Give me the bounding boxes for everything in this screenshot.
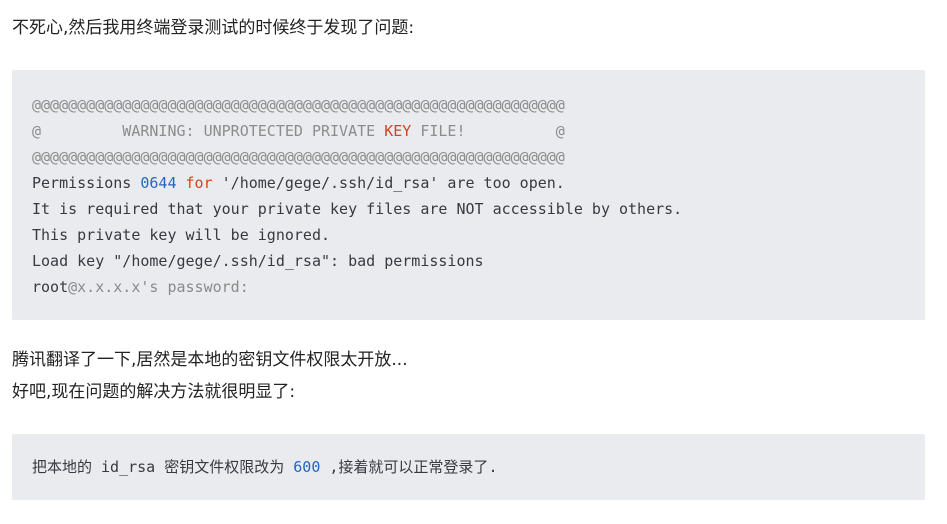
code-keyword-for: for (185, 174, 213, 192)
code-load-key-line: Load key "/home/gege/.ssh/id_rsa": bad p… (32, 252, 484, 270)
code-permissions-end: '/home/gege/.ssh/id_rsa' are too open. (212, 174, 565, 192)
translation-paragraph: 腾讯翻译了一下,居然是本地的密钥文件权限太开放... (12, 350, 408, 370)
code-border-line: @@@@@@@@@@@@@@@@@@@@@@@@@@@@@@@@@@@@@@@@… (32, 148, 565, 166)
code-warning-line-end: FILE! @ (411, 122, 565, 140)
code-prompt-user: root (32, 278, 69, 296)
solution-intro-paragraph: 好吧,现在问题的解决方法就很明显了: (12, 382, 296, 402)
solution-text-end: ,接着就可以正常登录了. (320, 458, 498, 476)
code-number-0644: 0644 (140, 174, 177, 192)
solution-code: 把本地的 id_rsa 密钥文件权限改为 600 ,接着就可以正常登录了. (32, 454, 925, 480)
code-permissions-start: Permissions (32, 174, 141, 192)
code-required-line: It is required that your private key fil… (32, 200, 683, 218)
intro-paragraph: 不死心,然后我用终端登录测试的时候终于发现了问题: (12, 18, 415, 38)
code-ignored-line: This private key will be ignored. (32, 226, 331, 244)
solution-number-600: 600 (293, 458, 321, 476)
code-border-line: @@@@@@@@@@@@@@@@@@@@@@@@@@@@@@@@@@@@@@@@… (32, 96, 565, 114)
code-warning-line-start: @ WARNING: UNPROTECTED PRIVATE (32, 122, 385, 140)
code-prompt-rest: @x.x.x.x's password: (68, 278, 249, 296)
solution-text-start: 把本地的 id_rsa 密钥文件权限改为 (32, 458, 294, 476)
solution-code-block: 把本地的 id_rsa 密钥文件权限改为 600 ,接着就可以正常登录了. (12, 434, 925, 500)
ssh-error-code-block: @@@@@@@@@@@@@@@@@@@@@@@@@@@@@@@@@@@@@@@@… (12, 70, 925, 320)
code-keyword-key: KEY (384, 122, 412, 140)
ssh-error-code: @@@@@@@@@@@@@@@@@@@@@@@@@@@@@@@@@@@@@@@@… (32, 92, 925, 300)
